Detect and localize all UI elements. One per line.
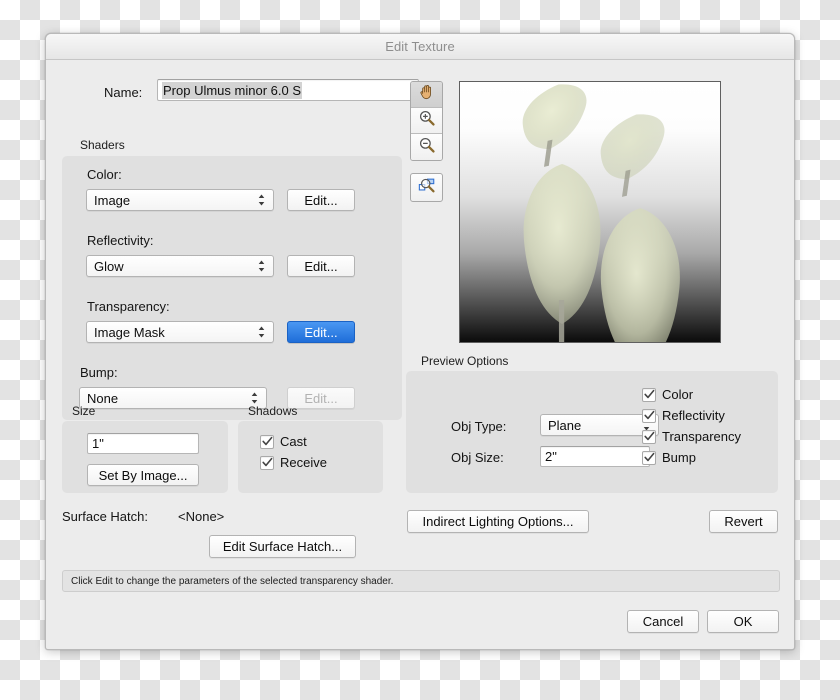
shader-select-color[interactable]: Image	[86, 189, 274, 211]
checkmark-icon	[642, 408, 656, 423]
texture-preview[interactable]	[459, 81, 721, 343]
name-input-value: Prop Ulmus minor 6.0 S	[162, 81, 302, 99]
preview-toolbar	[410, 81, 443, 202]
checkbox-preview-color[interactable]: Color	[642, 387, 693, 402]
checkmark-icon	[260, 455, 274, 470]
magnifier-marquee-icon	[417, 176, 437, 199]
chevron-updown-icon	[250, 391, 259, 405]
title-bar[interactable]: Edit Texture	[46, 34, 794, 60]
shaders-group-box: Color: Image Edit... Reflectivity: Glow	[62, 156, 402, 420]
shader-edit-button-reflectivity[interactable]: Edit...	[287, 255, 355, 277]
shadows-group-box: Cast Receive	[238, 421, 383, 493]
obj-type-label: Obj Type:	[451, 419, 507, 434]
shader-select-transparency[interactable]: Image Mask	[86, 321, 274, 343]
shader-edit-button-transparency[interactable]: Edit...	[287, 321, 355, 343]
obj-size-label: Obj Size:	[451, 450, 504, 465]
checkbox-preview-color-label: Color	[662, 387, 694, 402]
size-input[interactable]: 1"	[87, 433, 199, 454]
checkbox-preview-bump-label: Bump	[662, 450, 696, 465]
tree-sprite-front-left	[523, 164, 601, 342]
obj-type-select-value: Plane	[548, 417, 582, 433]
obj-size-input[interactable]: 2"	[540, 446, 650, 467]
tree-sprite-back-left	[522, 84, 587, 167]
surface-hatch-value: <None>	[178, 509, 225, 524]
shader-edit-button-color[interactable]: Edit...	[287, 189, 355, 211]
window-title: Edit Texture	[385, 39, 455, 54]
shadows-group-label: Shadows	[248, 404, 298, 418]
shader-label-color: Color:	[87, 167, 122, 182]
obj-size-input-value: 2"	[545, 449, 557, 464]
shader-select-color-value: Image	[94, 192, 131, 208]
ok-button[interactable]: OK	[707, 610, 779, 633]
checkmark-icon	[642, 429, 656, 444]
name-label: Name:	[104, 85, 143, 100]
chevron-updown-icon	[257, 193, 266, 207]
checkbox-receive-label: Receive	[280, 455, 327, 470]
checkmark-icon	[260, 434, 274, 449]
edit-texture-dialog: Edit Texture Name: Prop Ulmus minor 6.0 …	[45, 33, 795, 650]
surface-hatch-label: Surface Hatch:	[62, 509, 148, 524]
status-bar: Click Edit to change the parameters of t…	[62, 570, 780, 592]
size-group-box: 1" Set By Image...	[62, 421, 228, 493]
checkbox-preview-transparency-label: Transparency	[662, 429, 741, 444]
chevron-updown-icon	[257, 259, 266, 273]
shader-label-reflectivity: Reflectivity:	[87, 233, 154, 248]
checkbox-preview-transparency[interactable]: Transparency	[642, 429, 741, 444]
cancel-button[interactable]: Cancel	[627, 610, 699, 633]
magnifier-plus-icon	[418, 109, 436, 132]
checkmark-icon	[642, 450, 656, 465]
checkbox-receive[interactable]: Receive	[260, 455, 327, 470]
shader-label-bump: Bump:	[80, 365, 118, 380]
checkmark-icon	[642, 387, 656, 402]
shader-label-transparency: Transparency:	[87, 299, 170, 314]
checkbox-cast-label: Cast	[280, 434, 307, 449]
status-text: Click Edit to change the parameters of t…	[71, 575, 394, 587]
size-group-label: Size	[72, 404, 96, 418]
revert-button[interactable]: Revert	[709, 510, 778, 533]
shaders-group-label: Shaders	[80, 138, 125, 152]
zoom-in-tool[interactable]	[411, 108, 442, 134]
set-by-image-button[interactable]: Set By Image...	[87, 464, 199, 486]
checkbox-preview-reflectivity-label: Reflectivity	[662, 408, 725, 423]
checkbox-preview-bump[interactable]: Bump	[642, 450, 696, 465]
tree-sprite-front-right	[600, 208, 680, 342]
shader-select-reflectivity-value: Glow	[94, 258, 124, 274]
shader-select-reflectivity[interactable]: Glow	[86, 255, 274, 277]
edit-surface-hatch-button[interactable]: Edit Surface Hatch...	[209, 535, 356, 558]
preview-options-group-box: Obj Type: Plane Obj Size: 2" Color Refle…	[406, 371, 778, 493]
chevron-updown-icon	[257, 325, 266, 339]
name-input[interactable]: Prop Ulmus minor 6.0 S	[157, 79, 419, 101]
shader-select-bump[interactable]: None	[79, 387, 267, 409]
indirect-lighting-options-button[interactable]: Indirect Lighting Options...	[407, 510, 589, 533]
zoom-to-selection-tool[interactable]	[410, 173, 443, 202]
hand-icon	[418, 83, 436, 106]
magnifier-minus-icon	[418, 136, 436, 159]
checkbox-cast[interactable]: Cast	[260, 434, 307, 449]
shader-select-transparency-value: Image Mask	[94, 324, 165, 340]
tree-sprite-back-right	[600, 114, 665, 197]
preview-options-group-label: Preview Options	[421, 354, 509, 368]
size-input-value: 1"	[92, 436, 104, 451]
checkbox-preview-reflectivity[interactable]: Reflectivity	[642, 408, 725, 423]
pan-hand-tool[interactable]	[411, 82, 442, 108]
zoom-out-tool[interactable]	[411, 134, 442, 160]
